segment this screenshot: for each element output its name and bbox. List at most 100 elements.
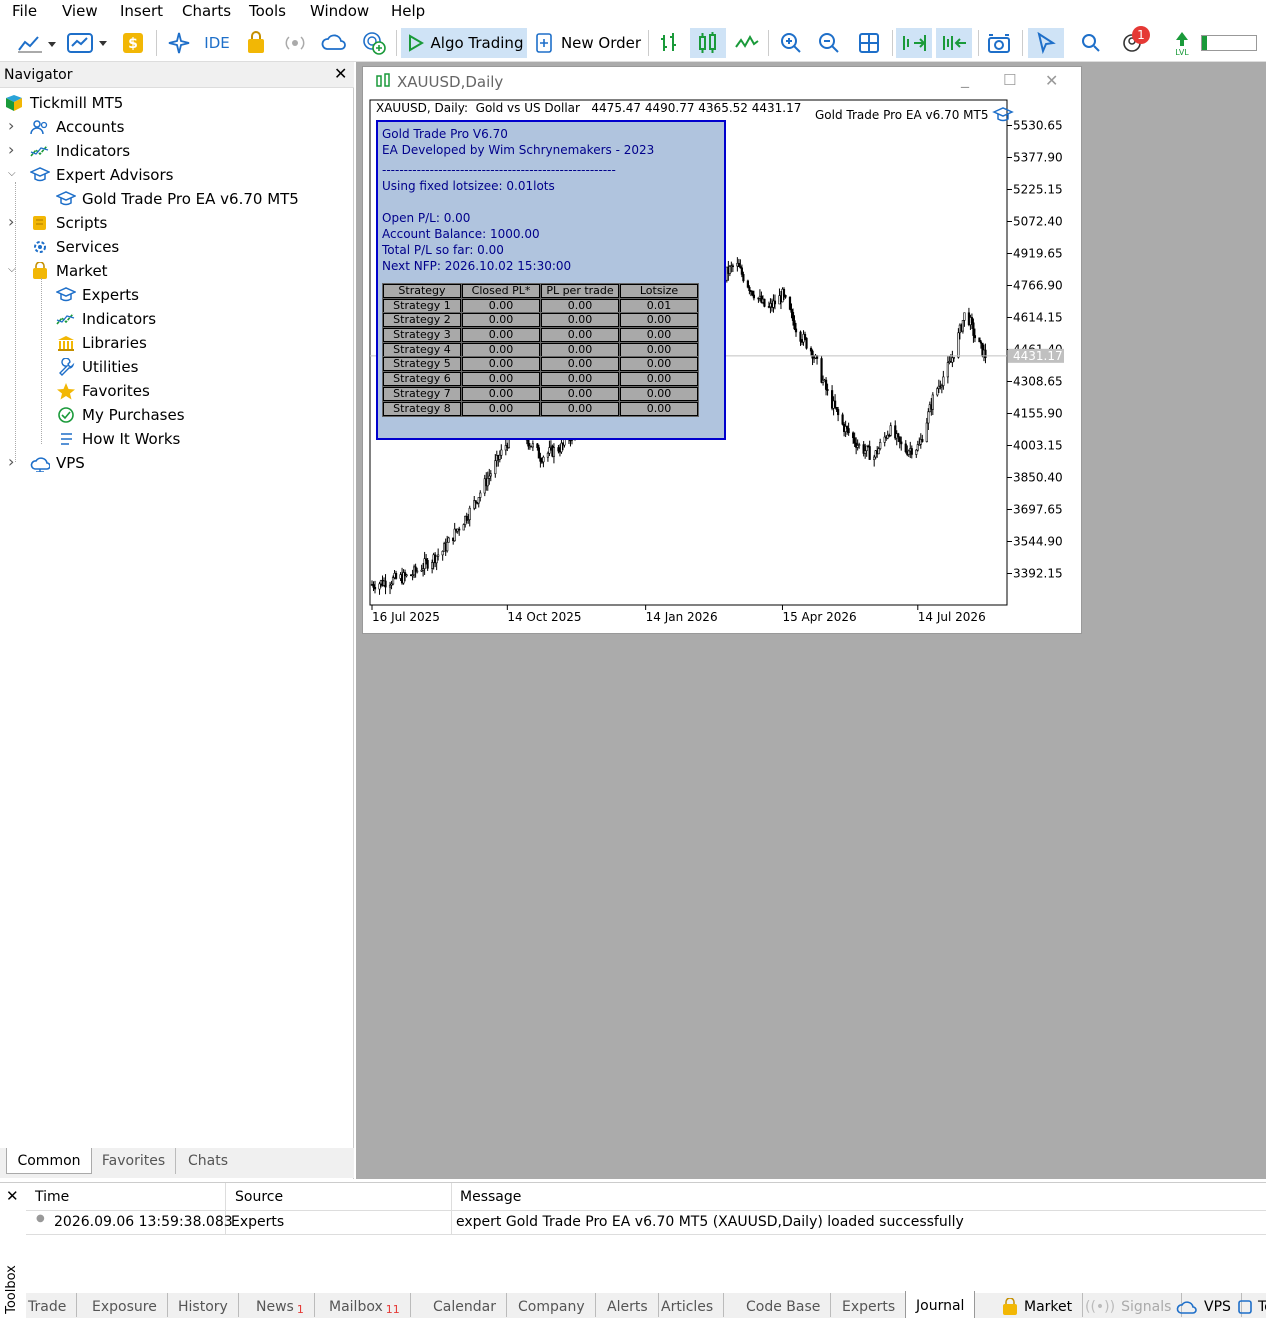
zoom-in-button[interactable] xyxy=(774,28,808,58)
tab-history[interactable]: History xyxy=(168,1293,239,1317)
algo-trading-button[interactable]: Algo Trading xyxy=(401,28,527,58)
close-icon[interactable]: ✕ xyxy=(6,1187,19,1205)
tab-trade[interactable]: Trade xyxy=(18,1293,78,1317)
candle-body xyxy=(897,433,900,438)
menu-view[interactable]: View xyxy=(62,2,98,20)
screenshot-button[interactable] xyxy=(982,28,1016,58)
deposit-button[interactable]: $ xyxy=(118,28,148,58)
navigator-item-expert-advisors[interactable]: Expert Advisors xyxy=(30,163,173,187)
ai-assistant-button[interactable] xyxy=(164,28,194,58)
column-time[interactable]: Time xyxy=(35,1189,69,1205)
y-tick-label: 4766.90 xyxy=(1013,279,1063,293)
navigator-item-how-it-works[interactable]: How It Works xyxy=(56,427,180,451)
chevron-right-icon[interactable]: › xyxy=(8,212,14,231)
scripts-icon xyxy=(33,216,46,230)
candle-body xyxy=(805,337,808,349)
candles-icon xyxy=(376,73,390,87)
navigator-item-services[interactable]: Services xyxy=(30,235,119,259)
cursor-button[interactable] xyxy=(1028,28,1064,58)
grid-icon xyxy=(859,33,879,53)
chevron-right-icon[interactable]: › xyxy=(8,452,14,471)
ea-label[interactable]: Gold Trade Pro EA v6.70 MT5 xyxy=(815,106,1015,124)
candlestick-chart-button[interactable] xyxy=(690,28,726,58)
line-chart-button[interactable] xyxy=(730,28,764,58)
y-tick-label: 5072.40 xyxy=(1013,215,1063,229)
signals-button[interactable] xyxy=(280,28,310,58)
ide-button[interactable]: IDE xyxy=(200,28,234,58)
candle-body xyxy=(898,436,901,443)
navigator-item-experts[interactable]: Experts xyxy=(56,283,139,307)
tab-mailbox[interactable]: Mailbox 11 xyxy=(319,1293,411,1317)
menu-window[interactable]: Window xyxy=(310,2,369,20)
navigator-item-scripts[interactable]: Scripts xyxy=(30,211,107,235)
navigator-item-vps[interactable]: VPS xyxy=(30,451,85,475)
radar-button[interactable] xyxy=(358,28,390,58)
tab-experts[interactable]: Experts xyxy=(832,1293,905,1317)
close-icon[interactable]: ✕ xyxy=(334,64,347,83)
tab-company[interactable]: Company xyxy=(508,1293,596,1317)
maximize-icon[interactable]: ☐ xyxy=(1003,71,1016,89)
navigator-item-indicators[interactable]: Indicators xyxy=(30,139,130,163)
new-chart-button[interactable] xyxy=(14,28,58,58)
candle-body xyxy=(378,583,381,590)
candle-body xyxy=(852,432,855,439)
table-row[interactable]: ● 2026.09.06 13:59:38.083 Experts expert… xyxy=(26,1211,1266,1235)
chevron-down-icon[interactable]: ⌵ xyxy=(8,168,16,179)
tab-alerts[interactable]: Alerts xyxy=(597,1293,659,1317)
table-header-cell: Lotsize xyxy=(619,283,699,299)
tab-common[interactable]: Common xyxy=(6,1148,92,1174)
navigator-item-favorites[interactable]: Favorites xyxy=(56,379,150,403)
tab-market[interactable]: Market xyxy=(992,1293,1084,1317)
tile-windows-button[interactable] xyxy=(852,28,886,58)
new-order-button[interactable]: New Order xyxy=(532,28,642,58)
tab-news[interactable]: News 1 xyxy=(246,1293,315,1317)
vps-button[interactable] xyxy=(318,28,350,58)
navigator-panel: Navigator ✕ Tickmill MT5 Accounts › Indica… xyxy=(0,62,354,1179)
navigator-item-my-purchases[interactable]: My Purchases xyxy=(56,403,185,427)
candle-body xyxy=(542,456,545,463)
tab-code-base[interactable]: Code Base xyxy=(736,1293,832,1317)
chevron-right-icon[interactable]: › xyxy=(8,116,14,135)
menu-help[interactable]: Help xyxy=(391,2,425,20)
navigator-item-libraries[interactable]: Libraries xyxy=(56,331,147,355)
zoom-out-button[interactable] xyxy=(812,28,846,58)
menu-insert[interactable]: Insert xyxy=(120,2,163,20)
row-message: expert Gold Trade Pro EA v6.70 MT5 (XAUU… xyxy=(456,1214,964,1230)
candle-body xyxy=(799,331,802,342)
x-tick-label: 15 Apr 2026 xyxy=(782,610,856,624)
tab-favorites[interactable]: Favorites xyxy=(92,1148,176,1174)
level-button[interactable]: LVL xyxy=(1168,28,1196,58)
navigator-root[interactable]: Tickmill MT5 xyxy=(4,91,123,115)
chart-shift-button[interactable] xyxy=(936,28,972,58)
navigator-item-indicators[interactable]: Indicators xyxy=(56,307,156,331)
minimize-icon[interactable]: _ xyxy=(961,69,969,88)
column-message[interactable]: Message xyxy=(460,1189,521,1205)
bar-chart-button[interactable] xyxy=(652,28,686,58)
menu-tools[interactable]: Tools xyxy=(249,2,286,20)
close-icon[interactable]: ✕ xyxy=(1045,71,1058,90)
menu-file[interactable]: File xyxy=(12,2,37,20)
navigator-item-label: Favorites xyxy=(82,382,150,400)
tab-exposure[interactable]: Exposure xyxy=(82,1293,168,1317)
auto-scroll-button[interactable] xyxy=(896,28,932,58)
candle-body xyxy=(552,447,556,457)
cursor-icon xyxy=(1037,31,1056,55)
tab-articles[interactable]: Articles xyxy=(651,1293,725,1317)
tab-te[interactable]: Te xyxy=(1226,1293,1266,1317)
navigator-item-gold-trade-pro-ea-v6-70-mt5[interactable]: Gold Trade Pro EA v6.70 MT5 xyxy=(56,187,299,211)
search-button[interactable] xyxy=(1076,28,1106,58)
templates-button[interactable] xyxy=(64,28,110,58)
tab-chats[interactable]: Chats xyxy=(176,1148,240,1174)
chevron-right-icon[interactable]: › xyxy=(8,140,14,159)
svg-text:$: $ xyxy=(128,36,138,52)
tab-calendar[interactable]: Calendar xyxy=(423,1293,507,1317)
navigator-item-utilities[interactable]: Utilities xyxy=(56,355,138,379)
navigator-item-accounts[interactable]: Accounts xyxy=(30,115,124,139)
ea-info-line: Gold Trade Pro V6.70 xyxy=(382,127,508,141)
column-source[interactable]: Source xyxy=(235,1189,283,1205)
account-button[interactable]: 1 xyxy=(1114,26,1154,58)
candle-body xyxy=(742,274,745,282)
tab-journal[interactable]: Journal xyxy=(905,1291,976,1318)
menu-charts[interactable]: Charts xyxy=(182,2,231,20)
market-button[interactable] xyxy=(242,28,270,58)
